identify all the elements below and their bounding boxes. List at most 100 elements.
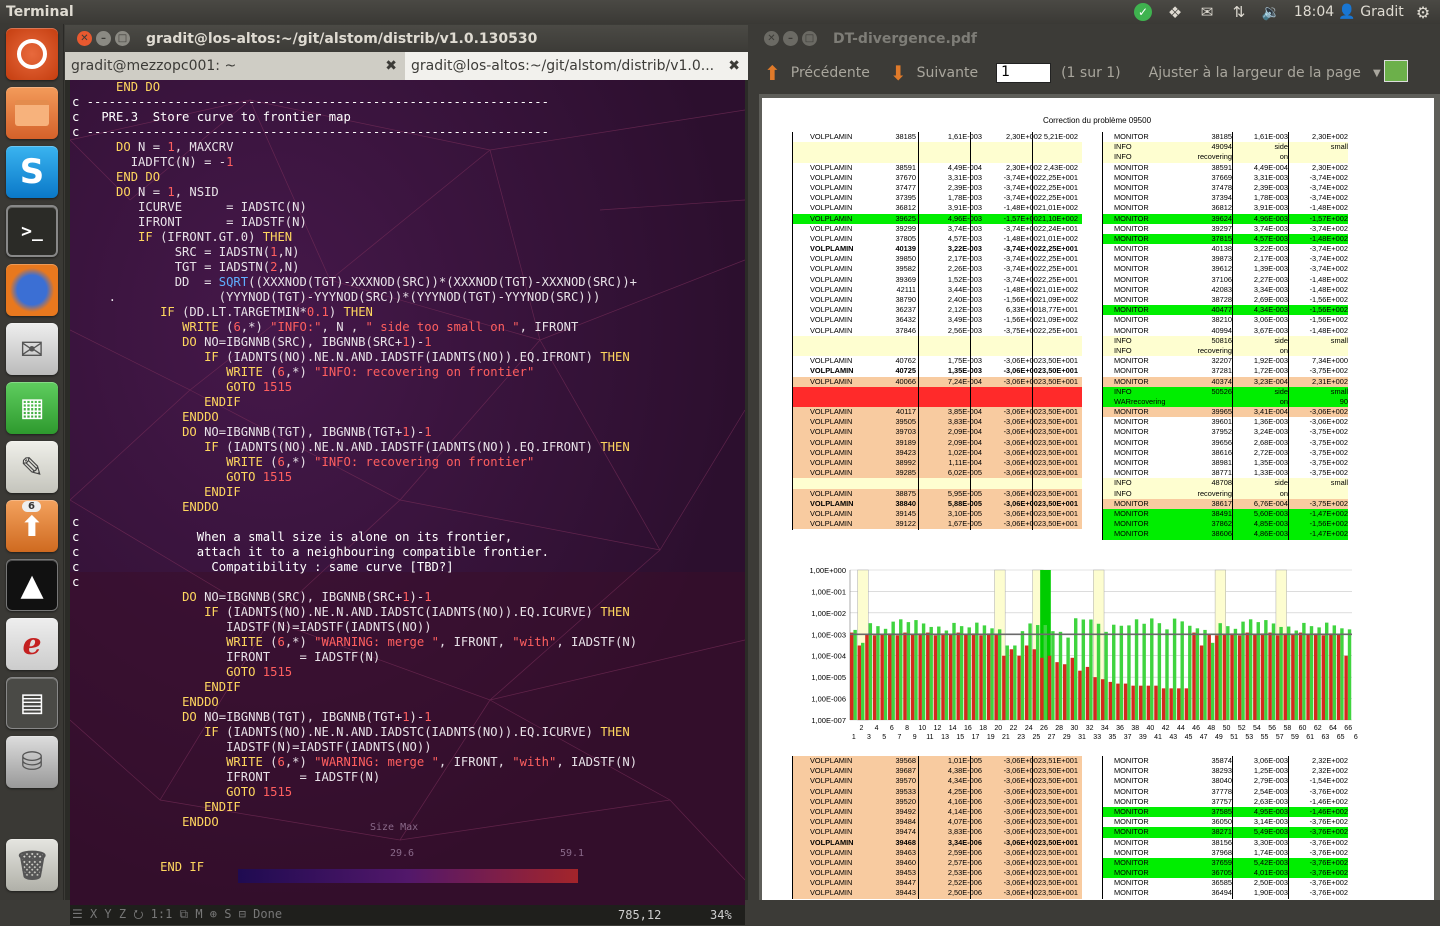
page-number-input[interactable]: 1 (996, 63, 1052, 83)
x-tick-label: 57 (1276, 734, 1284, 741)
table-row: VOLPLAMIN 39474 3,83E-006 -3,06E+002 3,50E+0… (792, 827, 1082, 838)
bar-red (926, 632, 930, 720)
table-row: MONITOR 39601 1,36E-003 -3,06E+002 (1102, 417, 1348, 428)
minimize-window-icon[interactable]: – (783, 31, 798, 46)
table-row: INFO recovering on (1102, 152, 1348, 163)
minimize-window-icon[interactable]: – (96, 31, 111, 46)
table-cell: -3,06E+002 (1003, 868, 1042, 878)
table-row: MONITOR 38271 5,49E-003 -3,76E+002 (1102, 827, 1348, 838)
table-cell: MONITOR (1114, 356, 1149, 366)
mail-icon[interactable]: ✉ (1196, 0, 1218, 24)
left-data-table: VOLPLAMIN 38185 1,61E-003 2,30E+002 5,21E-00… (792, 132, 1082, 530)
zoom-select[interactable]: Ajuster à la largeur de la page (1149, 65, 1361, 81)
volume-icon[interactable]: 🔉 (1260, 0, 1282, 24)
files-folder-icon[interactable] (6, 87, 58, 139)
close-window-icon[interactable]: ✕ (77, 31, 92, 46)
mail-client-icon[interactable]: ✉ (6, 323, 58, 375)
tab-mezzopc[interactable]: gradit@mezzopc001: ~ ✖ (65, 52, 405, 80)
table-cell: -3,74E+002 (1003, 274, 1042, 284)
bar-red (888, 633, 892, 720)
bar-green (1233, 628, 1238, 720)
update-check-icon[interactable]: ✓ (1132, 0, 1154, 24)
table-cell: 6,02E-005 (947, 468, 982, 478)
firefox-icon[interactable] (6, 264, 58, 316)
bar-red (1047, 655, 1052, 720)
software-updater-icon[interactable]: ⬆ 6 (6, 500, 58, 552)
arrow-up-icon[interactable]: ⬆ (764, 61, 781, 85)
bar-red (1344, 655, 1348, 720)
table-row: VOLPLAMIN 39463 2,59E-006 -3,06E+002 3,50E+0… (792, 847, 1082, 858)
table-cell: 3,50E+001 (1042, 458, 1078, 467)
table-row: MONITOR 38185 1,61E-003 2,30E+002 (1102, 132, 1348, 143)
table-cell: MONITOR (1114, 837, 1149, 847)
chevron-down-icon[interactable]: ▼ (1373, 68, 1381, 79)
code-line: DO N = 1, NSID (116, 185, 219, 199)
table-cell: 1,01E+002 (1042, 233, 1078, 243)
skype-icon[interactable]: S (6, 146, 58, 198)
code-line: ENDIF (204, 395, 241, 409)
text-editor-icon[interactable]: ✎ (6, 441, 58, 493)
x-tick-label: 2 (859, 725, 863, 732)
table-cell: 2,25E+001 (1042, 244, 1078, 254)
table-cell: VOLPLAMIN (810, 837, 854, 847)
save-icon[interactable] (1384, 60, 1408, 82)
next-page-button[interactable]: Suivante (917, 65, 979, 81)
code-line: ICURVE = IADSTC(N) (72, 200, 307, 214)
x-tick-label: 46 (1192, 725, 1200, 732)
pdf-reader-icon[interactable]: ℯ (6, 618, 58, 670)
user-name[interactable]: Gradit (1358, 0, 1406, 24)
table-cell: 3,30E-003 (1253, 837, 1288, 847)
close-tab-icon[interactable]: ✖ (728, 58, 740, 74)
table-row: VOLPLAMIN 38591 4,49E-004 2,30E+002 2,43E-00… (792, 162, 1082, 173)
pdf-document-area[interactable]: Correction du problème 09500 VOLPLAMIN 38… (759, 94, 1440, 900)
trash-icon[interactable]: 🗑 (6, 839, 58, 891)
table-cell: VOLPLAMIN (810, 356, 853, 366)
table-cell: 36812 (1211, 203, 1232, 213)
maximize-window-icon[interactable]: □ (115, 31, 130, 46)
close-tab-icon[interactable]: ✖ (385, 58, 397, 74)
table-cell: -3,75E+002 (1309, 427, 1348, 437)
table-cell: -3,06E+002 (1003, 427, 1042, 437)
table-cell: -3,74E+002 (1309, 264, 1348, 274)
table-cell: 1,33E-003 (1253, 468, 1288, 478)
workspace-switcher-icon[interactable]: ▤ (6, 677, 58, 729)
table-row: MONITOR 40477 4,34E-003 -1,56E+002 (1102, 305, 1348, 316)
bar-red (1078, 670, 1082, 720)
terminal-icon[interactable]: >_ (6, 205, 58, 257)
prev-page-button[interactable]: Précédente (791, 65, 870, 81)
code-line: IF (IADNTS(NO).NE.N.AND.IADSTF(IADNTS(NO… (204, 440, 630, 454)
ubuntu-dash-icon[interactable] (6, 28, 58, 80)
table-cell: 37395 (895, 193, 916, 203)
table-cell: 2,32E+002 (1312, 766, 1348, 776)
settings-gear-icon[interactable]: ⚙ (1412, 0, 1434, 24)
table-cell: 2,30E+002 (1006, 132, 1042, 141)
spreadsheet-icon[interactable]: ▦ (6, 382, 58, 434)
table-cell: -3,06E+002 (1003, 817, 1042, 827)
close-window-icon[interactable]: ✕ (764, 31, 779, 46)
bar-green (1347, 629, 1352, 720)
table-row: MONITOR 38617 6,76E-004 -3,75E+002 (1102, 498, 1348, 509)
table-cell: 37106 (1211, 274, 1232, 284)
table-cell: 37394 (1211, 193, 1232, 203)
vim-editor[interactable]: Size Max 29.6 59.1 END DO c -------------… (70, 80, 745, 905)
table-divider (1232, 756, 1233, 899)
plot-viewer-icon[interactable]: ▲ (6, 559, 58, 611)
table-cell: 36585 (1211, 878, 1232, 888)
bar-red (1093, 677, 1097, 720)
arrow-down-icon[interactable]: ⬇ (890, 61, 907, 85)
drive-icon[interactable]: ⛁ (6, 736, 58, 788)
dropbox-icon[interactable]: ❖ (1164, 0, 1186, 24)
network-icon[interactable]: ⇅ (1228, 0, 1250, 24)
table-cell: 1,36E-003 (1253, 417, 1288, 427)
table-cell: 3,74E-003 (947, 223, 982, 233)
x-tick-label: 13 (941, 734, 949, 741)
tab-los-altos[interactable]: gradit@los-altos:~/git/alstom/distrib/v1… (405, 52, 748, 80)
maximize-window-icon[interactable]: □ (802, 31, 817, 46)
table-cell: -1,56E+002 (1309, 519, 1348, 529)
bar-red (1161, 688, 1166, 720)
clock[interactable]: 18:04 (1294, 0, 1334, 24)
table-cell: 2,68E-003 (1253, 437, 1288, 447)
table-cell: 37670 (895, 172, 916, 182)
table-row: VOLPLAMIN 38790 2,40E-003 -1,56E+002 1,09E+0… (792, 295, 1082, 306)
table-cell: 7,34E+000 (1312, 356, 1348, 366)
